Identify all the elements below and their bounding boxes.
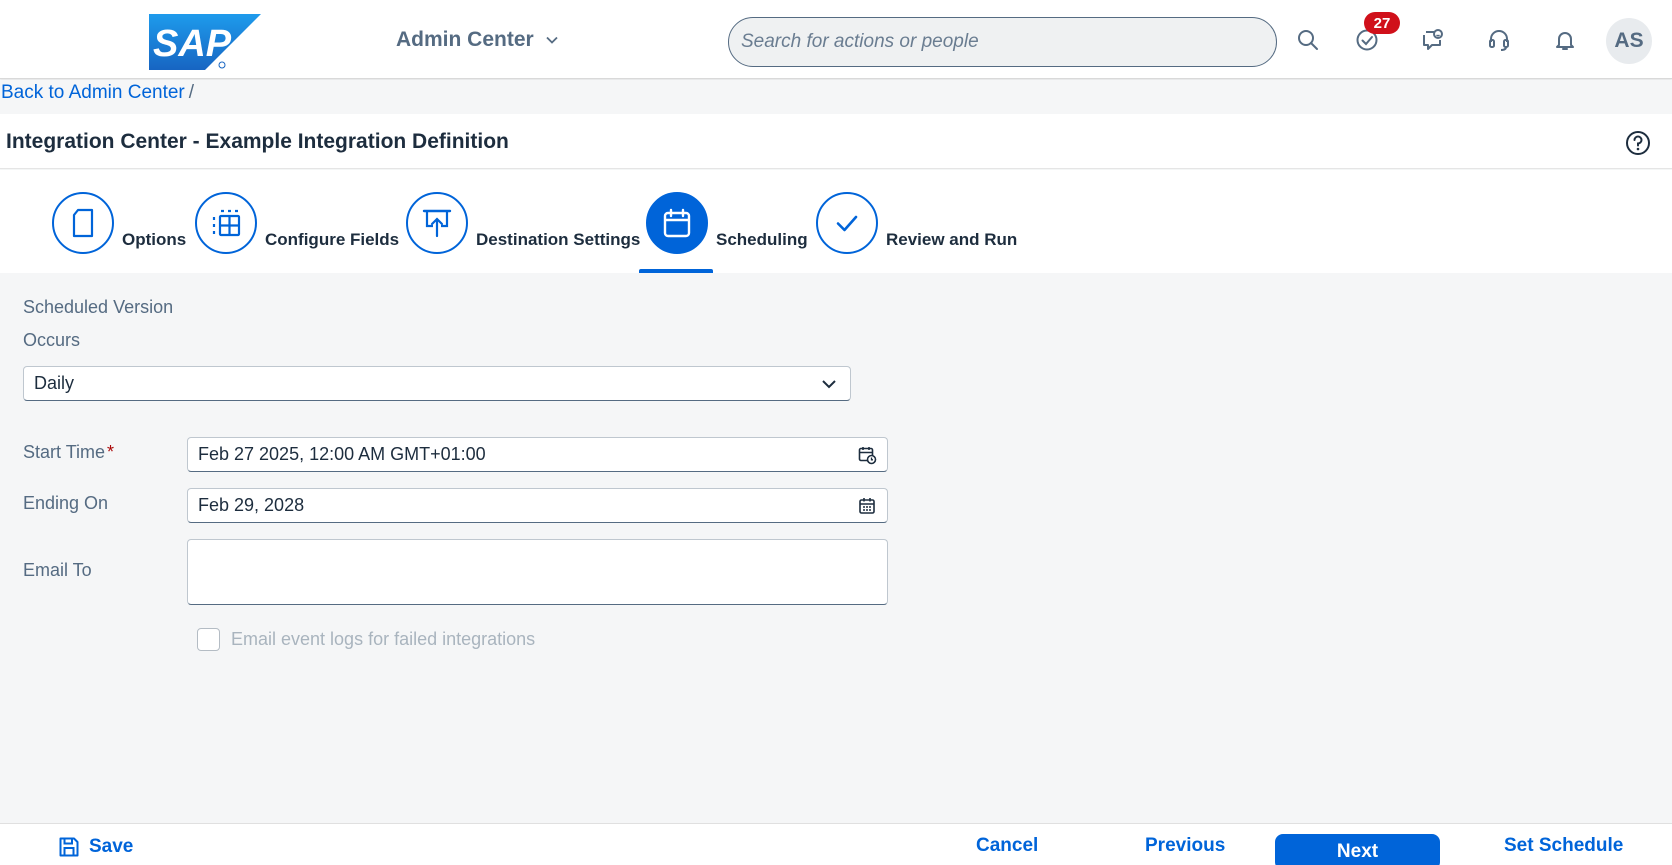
user-avatar[interactable]: AS: [1606, 18, 1652, 64]
step-label: Review and Run: [886, 230, 1018, 249]
shell-header: SAP Admin Center 27 AS: [0, 0, 1672, 79]
calendar-picker-icon[interactable]: [857, 496, 877, 516]
occurs-label: Occurs: [23, 330, 81, 350]
wizard-progress-bar: Options Configure Fields Destination Set…: [0, 170, 1672, 273]
table-icon: [212, 209, 241, 237]
set-schedule-button[interactable]: Set Schedule: [1504, 835, 1623, 857]
step-label: Destination Settings: [476, 230, 641, 249]
occurs-select[interactable]: Daily: [23, 366, 851, 401]
email-logs-label: Email event logs for failed integrations: [231, 629, 536, 649]
checkmark-icon: [836, 215, 858, 232]
step-circle: [646, 192, 708, 254]
start-time-value: Feb 27 2025, 12:00 AM GMT+01:00: [198, 444, 486, 464]
wizard-step-scheduling[interactable]: Scheduling: [646, 192, 808, 254]
chevron-down-icon: [822, 379, 836, 388]
occurs-select-value: Daily: [34, 373, 75, 393]
wizard-step-destination-settings[interactable]: Destination Settings: [406, 192, 640, 254]
ending-on-label: Ending On: [23, 493, 109, 513]
step-label: Configure Fields: [265, 230, 400, 249]
step-circle: [52, 192, 114, 254]
previous-button[interactable]: Previous: [1145, 835, 1225, 857]
search-icon[interactable]: [1293, 25, 1323, 55]
support-headset-icon[interactable]: [1484, 25, 1514, 55]
calendar-icon: [663, 208, 691, 238]
next-button[interactable]: Next: [1275, 834, 1440, 865]
bell-icon[interactable]: [1550, 25, 1580, 55]
search-field[interactable]: [728, 17, 1277, 67]
wizard-step-configure-fields[interactable]: Configure Fields: [195, 192, 399, 254]
page-title-bar: Integration Center - Example Integration…: [0, 114, 1672, 169]
email-to-label: Email To: [23, 560, 92, 580]
ending-on-value: Feb 29, 2028: [198, 495, 305, 515]
email-logs-option[interactable]: Email event logs for failed integrations: [197, 628, 535, 651]
chevron-down-icon: [546, 36, 558, 44]
start-time-field[interactable]: Feb 27 2025, 12:00 AM GMT+01:00: [187, 437, 888, 472]
required-marker: *: [107, 442, 115, 462]
email-logs-checkbox[interactable]: [197, 628, 220, 651]
sap-logo[interactable]: SAP: [149, 14, 261, 70]
page-title: Integration Center - Example Integration…: [6, 130, 509, 153]
save-button-label: Save: [89, 836, 134, 857]
breadcrumb-separator: /: [188, 82, 195, 103]
datetime-picker-icon[interactable]: [857, 445, 877, 465]
breadcrumb: Back to Admin Center /: [0, 80, 1672, 114]
email-to-textarea[interactable]: [187, 539, 888, 605]
app-title-menu[interactable]: Admin Center: [396, 28, 560, 52]
save-icon: [59, 837, 79, 857]
back-to-admin-center-link[interactable]: Back to Admin Center: [1, 82, 185, 103]
feedback-chat-icon[interactable]: [1418, 25, 1448, 55]
logo-text: SAP: [153, 23, 232, 65]
app-title-label: Admin Center: [396, 28, 534, 51]
document-icon: [72, 208, 94, 238]
ending-on-field[interactable]: Feb 29, 2028: [187, 488, 888, 523]
step-circle: [406, 192, 468, 254]
wizard-step-review-and-run[interactable]: Review and Run: [816, 192, 1017, 254]
step-circle: [195, 192, 257, 254]
wizard-step-options[interactable]: Options: [52, 192, 186, 254]
help-icon[interactable]: [1624, 129, 1652, 157]
upload-presentation-icon: [422, 209, 452, 238]
footer-toolbar: Save Cancel Previous Next Set Schedule: [0, 823, 1672, 865]
search-input[interactable]: [741, 31, 1276, 53]
start-time-label-text: Start Time: [23, 442, 106, 462]
step-label: Options: [122, 230, 187, 249]
scheduled-version-label: Scheduled Version: [23, 297, 174, 317]
start-time-label: Start Time *: [23, 442, 114, 463]
save-button[interactable]: Save: [57, 835, 133, 859]
scheduling-form: Scheduled Version Occurs Daily Start Tim…: [0, 273, 1672, 823]
step-label: Scheduling: [716, 230, 808, 249]
cancel-button[interactable]: Cancel: [976, 835, 1038, 857]
step-circle: [816, 192, 878, 254]
notification-badge: 27: [1364, 12, 1400, 34]
